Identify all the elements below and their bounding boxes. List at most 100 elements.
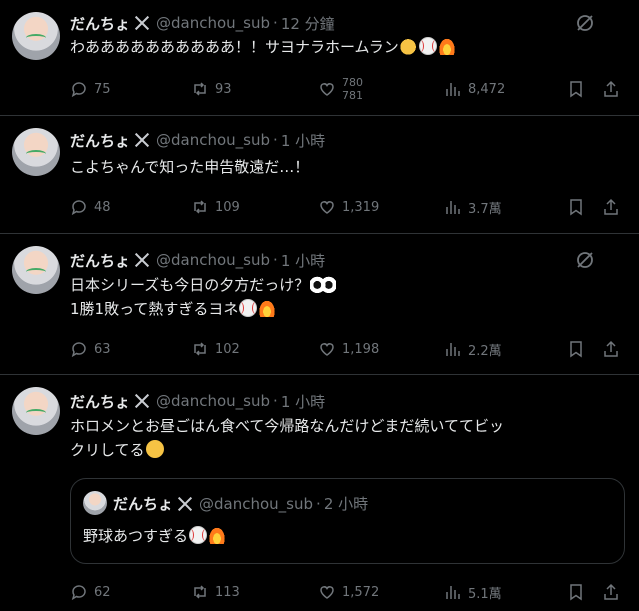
views-button[interactable]: 8,472 bbox=[444, 79, 505, 99]
tweet-actions: 63 102 1,198 2.2萬 bbox=[70, 339, 625, 359]
tweet-text-line: ホロメンとお昼ごはん食べて今帰路なんだけどまだ続いててビッ bbox=[70, 417, 504, 435]
share-button[interactable] bbox=[602, 197, 626, 217]
tweet[interactable]: だんちょ @danchou_sub · 12 分鐘 わああああああああああ！！サ… bbox=[0, 0, 639, 116]
retweet-count: 102 bbox=[215, 341, 240, 357]
bookmark-button[interactable] bbox=[567, 582, 591, 602]
like-count: 1,319 bbox=[342, 199, 380, 215]
timestamp[interactable]: 12 分鐘 bbox=[281, 13, 335, 34]
like-count: 780 781 bbox=[342, 76, 363, 102]
tweet[interactable]: だんちょ @danchou_sub · 1 小時 日本シリーズも今日の夕方だっけ… bbox=[0, 234, 639, 375]
grok-icon[interactable] bbox=[575, 250, 595, 270]
bookmark-button[interactable] bbox=[567, 197, 591, 217]
bookmark-icon bbox=[570, 81, 582, 98]
like-count: 1,572 bbox=[342, 584, 380, 600]
timestamp[interactable]: 1 小時 bbox=[281, 391, 325, 412]
crossed-swords-icon bbox=[132, 250, 152, 270]
like-button[interactable]: 1,198 bbox=[318, 339, 379, 359]
timestamp[interactable]: 1 小時 bbox=[281, 250, 325, 271]
share-button[interactable] bbox=[602, 79, 626, 99]
fire-icon bbox=[208, 526, 227, 544]
tweet-header: だんちょ @danchou_sub · 12 分鐘 bbox=[70, 13, 335, 33]
tweet-text-content: こよちゃんで知った申告敬遠だ…！ bbox=[70, 158, 310, 176]
views-icon bbox=[446, 201, 460, 214]
quoted-tweet-text: 野球あつすぎる bbox=[83, 525, 227, 547]
bookmark-button[interactable] bbox=[567, 79, 591, 99]
display-name[interactable]: だんちょ bbox=[70, 130, 130, 151]
separator-dot: · bbox=[316, 494, 321, 513]
separator-dot: · bbox=[273, 131, 278, 149]
reply-button[interactable]: 75 bbox=[70, 79, 111, 99]
handle[interactable]: @danchou_sub bbox=[156, 131, 270, 149]
handle[interactable]: @danchou_sub bbox=[156, 251, 270, 269]
avatar[interactable] bbox=[12, 12, 60, 60]
heart-icon bbox=[320, 201, 334, 214]
retweet-button[interactable]: 109 bbox=[191, 197, 240, 217]
bookmark-icon bbox=[570, 584, 582, 601]
tweet-actions: 62 113 1,572 5.1萬 bbox=[70, 582, 625, 602]
tweet-text: わああああああああああ！！サヨナラホームラン bbox=[70, 36, 625, 58]
views-icon bbox=[446, 586, 460, 599]
crossed-swords-icon bbox=[132, 130, 152, 150]
views-button[interactable]: 2.2萬 bbox=[444, 339, 502, 359]
fire-icon bbox=[437, 37, 456, 55]
quoted-avatar bbox=[83, 491, 107, 515]
tweet-text-line: 1勝1敗って熱すぎるヨネ bbox=[70, 300, 239, 318]
tweet-text: ホロメンとお昼ごはん食べて今帰路なんだけどまだ続いててビッ クリしてる bbox=[70, 415, 625, 461]
quoted-timestamp: 2 小時 bbox=[323, 495, 369, 513]
views-count: 2.2萬 bbox=[468, 343, 502, 359]
views-button[interactable]: 3.7萬 bbox=[444, 197, 502, 217]
timestamp[interactable]: 1 小時 bbox=[281, 130, 325, 151]
tweet-text: こよちゃんで知った申告敬遠だ…！ bbox=[70, 156, 625, 178]
display-name[interactable]: だんちょ bbox=[70, 250, 130, 271]
reply-count: 62 bbox=[94, 584, 111, 600]
share-icon bbox=[604, 80, 618, 97]
display-name[interactable]: だんちょ bbox=[70, 391, 130, 412]
display-name[interactable]: だんちょ bbox=[70, 13, 130, 34]
retweet-icon bbox=[194, 200, 206, 214]
tweet[interactable]: だんちょ @danchou_sub · 1 小時 こよちゃんで知った申告敬遠だ…… bbox=[0, 116, 639, 234]
reply-button[interactable]: 63 bbox=[70, 339, 111, 359]
fire-icon bbox=[258, 299, 277, 317]
like-count: 1,198 bbox=[342, 341, 380, 357]
tweet-header: だんちょ @danchou_sub · 1 小時 bbox=[70, 130, 325, 150]
share-icon bbox=[604, 583, 618, 600]
handle[interactable]: @danchou_sub bbox=[156, 392, 270, 410]
avatar[interactable] bbox=[12, 128, 60, 176]
baseball-icon bbox=[418, 37, 437, 55]
quoted-display-name: だんちょ bbox=[113, 495, 174, 513]
bookmark-button[interactable] bbox=[567, 339, 591, 359]
retweet-button[interactable]: 93 bbox=[191, 79, 232, 99]
handle[interactable]: @danchou_sub bbox=[156, 14, 270, 32]
reply-button[interactable]: 48 bbox=[70, 197, 111, 217]
tweet-actions: 75 93 780 781 8,472 bbox=[70, 76, 626, 102]
views-button[interactable]: 5.1萬 bbox=[444, 582, 502, 602]
reply-button[interactable]: 62 bbox=[70, 582, 111, 602]
reply-count: 75 bbox=[94, 81, 111, 97]
views-count: 3.7萬 bbox=[468, 201, 502, 217]
heart-icon bbox=[320, 83, 334, 96]
separator-dot: · bbox=[273, 392, 278, 410]
retweet-button[interactable]: 102 bbox=[191, 339, 240, 359]
tweet-text-line: 日本シリーズも今日の夕方だっけ？ bbox=[70, 276, 310, 294]
reply-icon bbox=[71, 342, 86, 358]
avatar[interactable] bbox=[12, 246, 60, 294]
reply-icon bbox=[71, 585, 86, 601]
quoted-handle: @danchou_sub bbox=[199, 494, 314, 513]
retweet-button[interactable]: 113 bbox=[191, 582, 240, 602]
views-count: 8,472 bbox=[468, 81, 506, 97]
like-button[interactable]: 780 781 bbox=[318, 76, 368, 102]
tweet-header: だんちょ @danchou_sub · 1 小時 bbox=[70, 250, 325, 270]
laughing-tears-icon bbox=[145, 440, 164, 458]
like-button[interactable]: 1,572 bbox=[318, 582, 379, 602]
quoted-tweet-header: だんちょ @danchou_sub · 2 小時 bbox=[113, 493, 368, 514]
share-button[interactable] bbox=[602, 582, 626, 602]
like-button[interactable]: 1,319 bbox=[318, 197, 379, 217]
baseball-icon bbox=[189, 526, 208, 544]
avatar[interactable] bbox=[12, 387, 60, 435]
quoted-tweet[interactable]: だんちょ @danchou_sub · 2 小時 野球あつすぎる bbox=[70, 478, 625, 564]
reply-icon bbox=[71, 200, 86, 216]
tweet-text-line: クリしてる bbox=[70, 441, 145, 459]
grok-icon[interactable] bbox=[575, 13, 595, 33]
tweet[interactable]: だんちょ @danchou_sub · 1 小時 ホロメンとお昼ごはん食べて今帰… bbox=[0, 375, 639, 611]
share-button[interactable] bbox=[602, 339, 626, 359]
